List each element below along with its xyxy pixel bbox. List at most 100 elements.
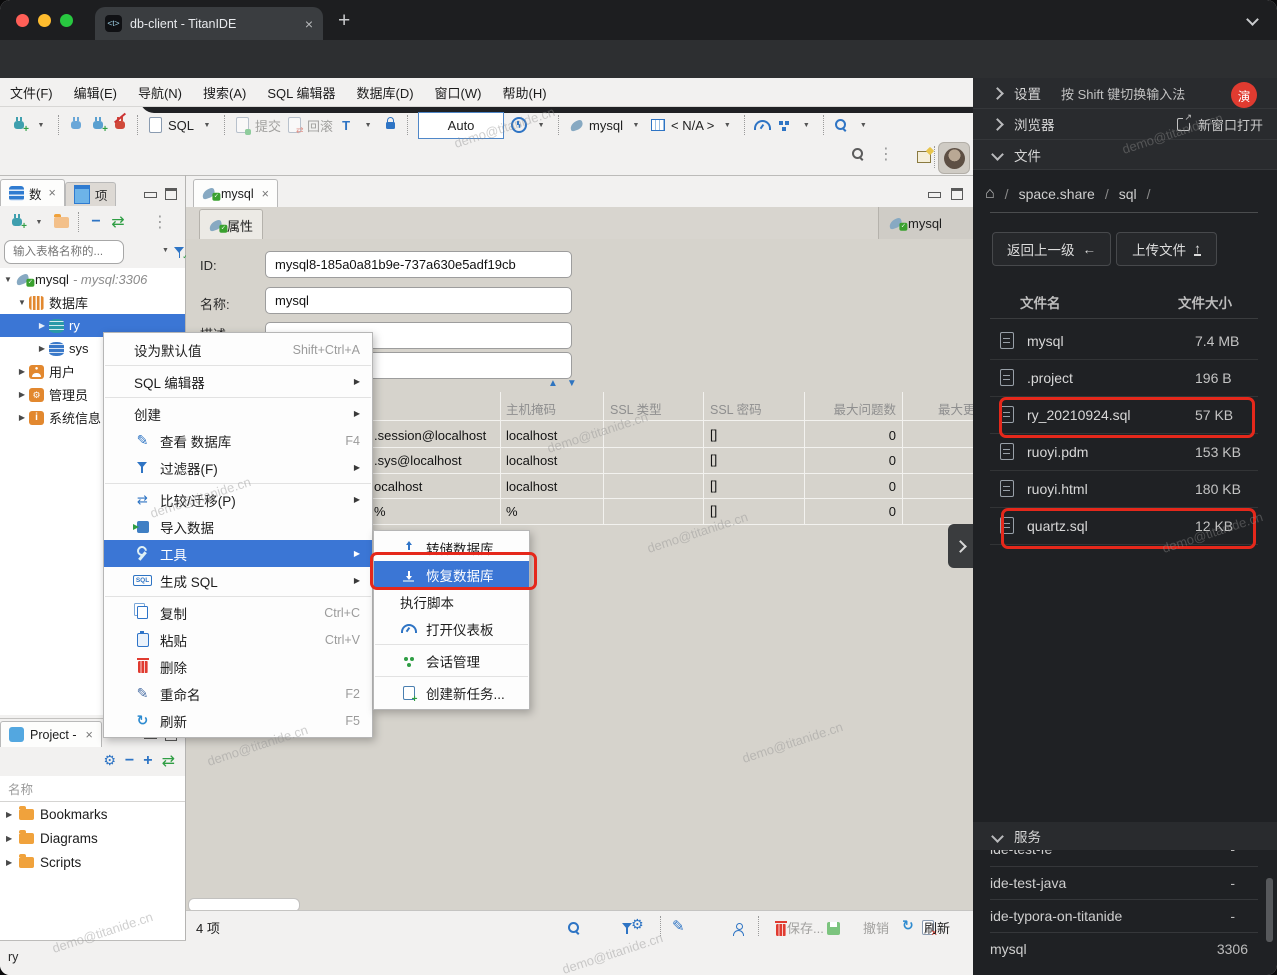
grid-refresh-icon[interactable] (902, 917, 914, 934)
submenu-item-open-dashboard[interactable]: 打开仪表板 (374, 615, 529, 642)
editor-minimize-icon[interactable] (928, 192, 941, 198)
network-dropdown-icon[interactable] (797, 115, 815, 135)
expander-icon[interactable] (16, 390, 28, 399)
expander-icon[interactable] (16, 413, 28, 422)
search-dropdown-icon[interactable] (854, 115, 872, 135)
tree-item-connection[interactable]: mysql - mysql:3306 (0, 268, 185, 291)
transaction-mode-icon[interactable] (337, 115, 355, 135)
grid-delete-icon[interactable] (774, 921, 787, 936)
menu-item-set-default[interactable]: 设为默认值 Shift+Ctrl+A (104, 336, 372, 363)
new-connection-dropdown-icon[interactable] (32, 115, 50, 135)
breadcrumb-sql[interactable]: sql (1119, 186, 1137, 202)
menu-item-compare-migrate[interactable]: 比较/迁移(P) (104, 486, 372, 513)
grid-user-cell[interactable]: .session@localhost (374, 428, 486, 443)
grid-mask-cell[interactable]: % (506, 504, 518, 519)
window-zoom-button[interactable] (60, 14, 73, 27)
new-folder-icon[interactable] (53, 213, 69, 228)
sidebar-scrollbar-thumb[interactable] (1266, 878, 1273, 942)
schema-selector[interactable]: < N/A > (671, 115, 714, 135)
menu-search[interactable]: 搜索(A) (203, 83, 246, 102)
grid-sslpwd-cell[interactable]: [] (710, 427, 717, 442)
project-item-bookmarks[interactable]: Bookmarks (0, 802, 185, 826)
grid-user-icon[interactable] (732, 923, 744, 936)
id-field[interactable]: mysql8-185a0a81b9e-737a630e5adf19cb (265, 251, 572, 278)
menu-file[interactable]: 文件(F) (10, 83, 53, 102)
file-row-project[interactable]: .project 196 B (990, 359, 1258, 397)
home-icon[interactable] (985, 185, 995, 203)
grid-edit-icon[interactable] (672, 917, 685, 935)
expander-icon[interactable] (16, 367, 28, 376)
disconnect-icon[interactable] (115, 117, 125, 129)
grid-search-icon[interactable] (568, 922, 581, 935)
schema-dropdown-icon[interactable] (718, 115, 736, 135)
toolbar-overflow-icon[interactable] (878, 144, 894, 164)
new-connection-icon[interactable] (14, 117, 29, 135)
grid-user-cell[interactable]: ocalhost (374, 479, 422, 494)
expander-icon[interactable] (36, 321, 48, 330)
panel-new-connection-dropdown-icon[interactable] (30, 212, 48, 232)
save-label[interactable]: 保存... (787, 918, 824, 937)
menu-item-view-database[interactable]: 查看 数据库 F4 (104, 427, 372, 454)
table-filter-input[interactable] (4, 240, 124, 264)
panel-new-connection-icon[interactable] (12, 214, 27, 232)
menu-item-import-data[interactable]: 导入数据 (104, 513, 372, 540)
browser-tab[interactable]: <t> db-client - TitanIDE (95, 7, 323, 40)
section-services[interactable]: 服务 (973, 822, 1277, 850)
connection-dropdown-icon[interactable] (627, 115, 645, 135)
grid-maxq-cell[interactable]: 0 (808, 479, 896, 494)
new-tab-button[interactable] (338, 9, 350, 33)
menu-item-create[interactable]: 创建 (104, 400, 372, 427)
tab-project[interactable]: Project - (0, 721, 102, 747)
service-row-ide-test-fe[interactable]: ide-test-fe - (990, 850, 1258, 866)
menu-help[interactable]: 帮助(H) (502, 83, 546, 102)
network-config-icon[interactable] (779, 121, 784, 125)
file-name-header[interactable]: 文件名 (1020, 292, 1061, 312)
lock-toggle-icon[interactable] (385, 116, 395, 129)
menu-item-tools[interactable]: 工具 (104, 540, 372, 567)
open-new-window-icon[interactable] (1176, 111, 1192, 131)
transaction-log-dropdown-icon[interactable] (532, 115, 550, 135)
submenu-item-create-new-task[interactable]: 创建新任务... (374, 679, 529, 706)
menu-item-rename[interactable]: 重命名 F2 (104, 680, 372, 707)
save-icon[interactable] (826, 922, 840, 935)
tab-properties[interactable]: 属性 (199, 209, 264, 240)
file-row-mysql[interactable]: mysql 7.4 MB (990, 322, 1258, 360)
sidebar-collapse-handle[interactable] (948, 524, 973, 568)
submenu-item-execute-script[interactable]: 执行脚本 (374, 588, 529, 615)
reconnect-icon[interactable] (93, 117, 108, 135)
rollback-label[interactable]: 回滚 (307, 115, 333, 135)
grid-sslpwd-cell[interactable]: [] (710, 452, 717, 467)
link-with-editor-icon[interactable] (162, 751, 175, 771)
link-with-editor-icon[interactable] (109, 212, 127, 232)
quick-search-icon[interactable] (852, 148, 865, 161)
editor-tab-mysql[interactable]: mysql (193, 179, 278, 207)
rollback-icon[interactable] (287, 117, 301, 133)
project-item-scripts[interactable]: Scripts (0, 850, 185, 874)
settings-gear-icon[interactable] (103, 752, 116, 770)
window-close-button[interactable] (16, 14, 29, 27)
tab-database-navigator[interactable]: 数 (0, 179, 65, 206)
tab-close-icon[interactable] (86, 728, 93, 742)
tab-close-icon[interactable] (262, 187, 269, 201)
service-row-ide-typora[interactable]: ide-typora-on-titanide - (990, 899, 1258, 933)
grid-user-cell[interactable]: .sys@localhost (374, 453, 462, 468)
window-minimize-button[interactable] (38, 14, 51, 27)
collapse-all-icon[interactable] (87, 212, 105, 232)
menu-item-filter[interactable]: 过滤器(F) (104, 454, 372, 481)
file-row-ruoyi-html[interactable]: ruoyi.html 180 KB (990, 470, 1258, 508)
perspective-avatar[interactable] (938, 142, 970, 174)
file-size-header[interactable]: 文件大小 (1178, 292, 1232, 312)
transaction-log-icon[interactable] (511, 117, 528, 133)
grid-maxq-cell[interactable]: 0 (808, 428, 896, 443)
transaction-dropdown-icon[interactable] (359, 115, 377, 135)
menu-navigate[interactable]: 导航(N) (138, 83, 182, 102)
filter-icon[interactable]: ✓ (173, 247, 189, 261)
tab-projects[interactable]: 项 (64, 182, 117, 206)
connection-selector[interactable]: mysql (589, 115, 623, 135)
menu-item-sql-editor[interactable]: SQL 编辑器 (104, 368, 372, 395)
service-row-mysql[interactable]: mysql 3306 (990, 932, 1258, 965)
section-files[interactable]: 文件 (973, 140, 1277, 170)
project-item-diagrams[interactable]: Diagrams (0, 826, 185, 850)
sql-dropdown-icon[interactable] (198, 115, 216, 135)
grid-sslpwd-cell[interactable]: [] (710, 478, 717, 493)
